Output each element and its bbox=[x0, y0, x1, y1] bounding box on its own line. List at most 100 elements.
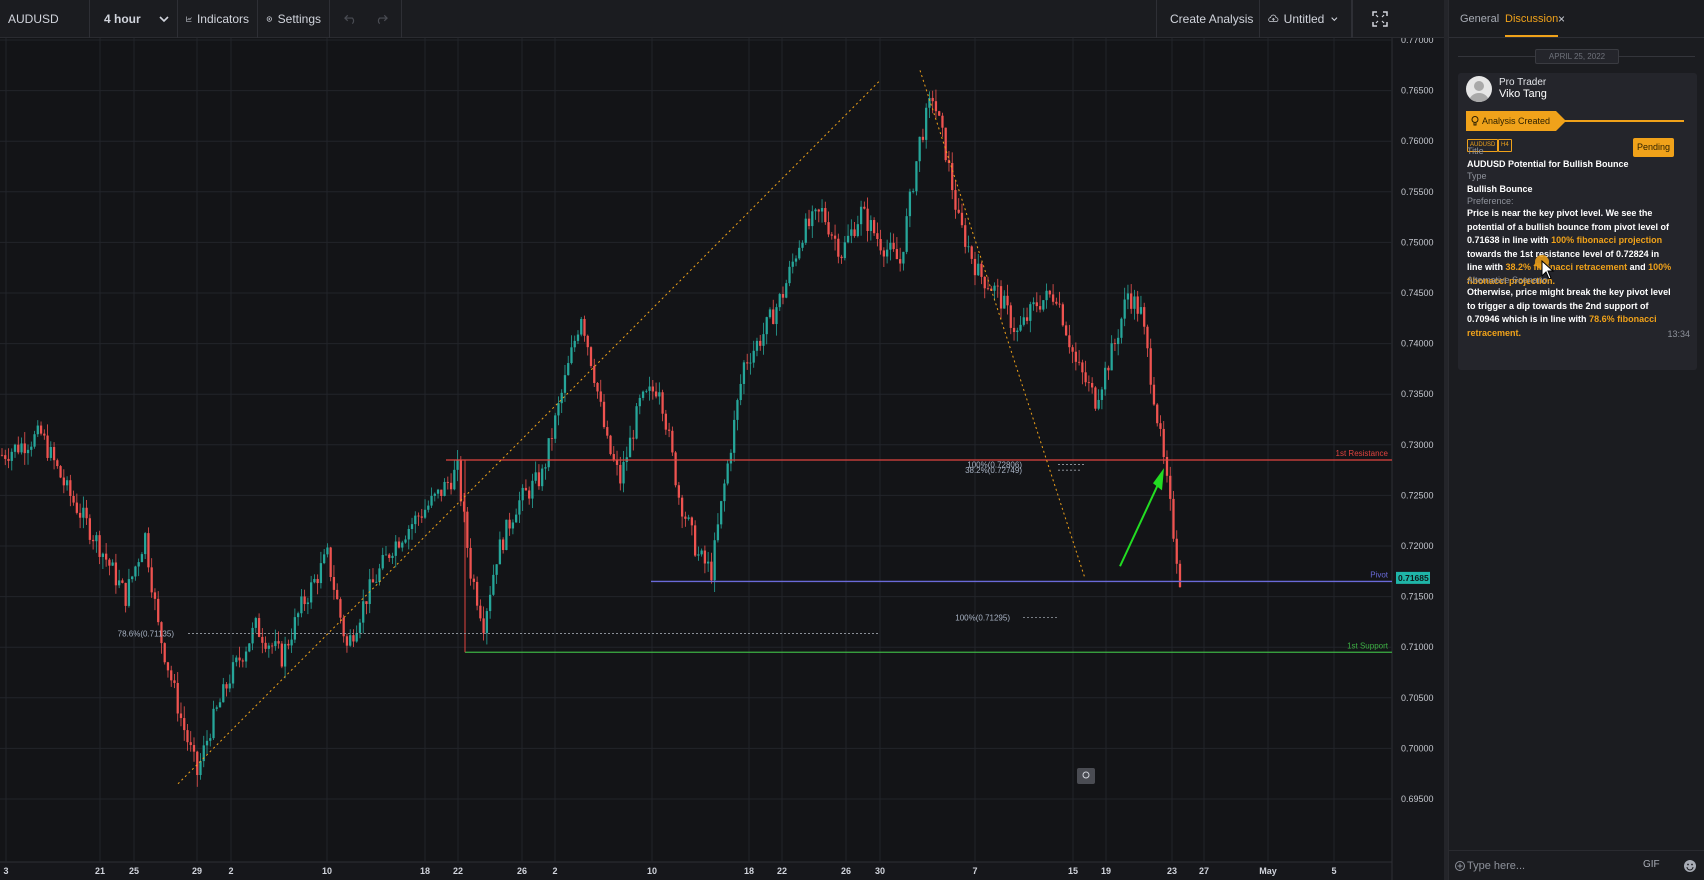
candle-body bbox=[176, 682, 179, 714]
candle-body bbox=[697, 554, 700, 556]
candle-body bbox=[244, 651, 248, 662]
analysis-created-banner: Analysis Created bbox=[1466, 111, 1566, 131]
message-input[interactable] bbox=[1467, 858, 1627, 874]
candle-body bbox=[111, 562, 114, 566]
candle-body bbox=[358, 622, 362, 633]
candle-body bbox=[794, 258, 798, 262]
tab-discussion[interactable]: Discussion bbox=[1505, 13, 1559, 37]
interval-label: 4 hour bbox=[104, 12, 141, 26]
candle-body bbox=[153, 592, 157, 599]
candle-body bbox=[469, 547, 472, 579]
candle-body bbox=[518, 500, 521, 515]
candle-body bbox=[46, 435, 49, 458]
symbol-selector[interactable]: AUDUSD bbox=[0, 0, 90, 38]
avatar bbox=[1466, 76, 1492, 102]
create-analysis-button[interactable]: Create Analysis bbox=[1156, 0, 1260, 38]
candle-body bbox=[228, 683, 231, 689]
candle-body bbox=[1120, 318, 1123, 338]
candle-body bbox=[885, 249, 889, 257]
y-tick-label: 0.71000 bbox=[1401, 642, 1434, 652]
undo-icon[interactable] bbox=[344, 13, 357, 25]
candle-body bbox=[261, 636, 264, 643]
candle-body bbox=[801, 242, 804, 248]
candle-body bbox=[583, 318, 586, 336]
candle-body bbox=[388, 554, 391, 558]
chart-canvas[interactable]: 0.77000 0.76500 0.76000 0.75500 0.75000 0.745… bbox=[0, 38, 1444, 880]
candle-body bbox=[150, 567, 153, 593]
candle-body bbox=[778, 294, 781, 308]
candle-body bbox=[283, 643, 287, 667]
candle-body bbox=[742, 362, 746, 384]
candle-body bbox=[401, 542, 404, 548]
candle-body bbox=[723, 483, 726, 502]
candle-body bbox=[264, 642, 267, 649]
x-tick-label: 22 bbox=[777, 866, 787, 876]
candle-body bbox=[453, 469, 456, 490]
candle-body bbox=[768, 309, 772, 318]
cloud-upload-icon bbox=[1268, 14, 1279, 23]
candle-body bbox=[1110, 343, 1113, 371]
candle-body bbox=[170, 670, 173, 681]
candle-body bbox=[189, 742, 192, 746]
candle-body bbox=[593, 365, 596, 383]
candle-body bbox=[882, 250, 886, 257]
close-icon[interactable]: × bbox=[1558, 12, 1565, 26]
candle-body bbox=[918, 136, 921, 162]
candle-body bbox=[628, 437, 632, 458]
y-tick-label: 0.77000 bbox=[1401, 38, 1434, 45]
candle-body bbox=[772, 309, 775, 325]
redo-icon[interactable] bbox=[375, 13, 388, 25]
alternative-label: Alternative Scenario: bbox=[1467, 275, 1551, 285]
candle-body bbox=[612, 454, 615, 460]
emoji-icon[interactable] bbox=[1683, 859, 1697, 873]
gif-button[interactable]: GIF bbox=[1643, 859, 1660, 870]
candle-body bbox=[619, 464, 622, 484]
price-chart[interactable]: 0.77000 0.76500 0.76000 0.75500 0.75000 0.745… bbox=[0, 38, 1444, 880]
settings-button[interactable]: Settings bbox=[258, 0, 330, 38]
x-tick-label: 3 bbox=[3, 866, 8, 876]
candle-body bbox=[1152, 384, 1156, 405]
layout-dropdown[interactable]: Untitled bbox=[1260, 0, 1352, 38]
candle-body bbox=[654, 391, 658, 397]
candle-body bbox=[332, 577, 336, 590]
candle-body bbox=[323, 554, 326, 564]
candle-body bbox=[114, 562, 118, 586]
candle-body bbox=[869, 220, 872, 232]
x-tick-label: 22 bbox=[453, 866, 463, 876]
price-axis bbox=[1392, 38, 1444, 880]
candle-body bbox=[1029, 304, 1032, 321]
candle-body bbox=[814, 209, 817, 212]
candle-body bbox=[157, 598, 160, 623]
lightbulb-icon bbox=[1471, 116, 1479, 126]
tab-general[interactable]: General bbox=[1460, 13, 1499, 25]
candle-body bbox=[912, 191, 915, 193]
candle-body bbox=[703, 550, 707, 564]
candle-body bbox=[20, 443, 23, 453]
panel-tabs: General Discussion × bbox=[1449, 0, 1704, 38]
indicators-button[interactable]: Indicators bbox=[178, 0, 258, 38]
candle-body bbox=[98, 535, 101, 557]
candle-body bbox=[833, 235, 837, 239]
candle-body bbox=[973, 258, 977, 276]
candle-body bbox=[641, 391, 645, 398]
candle-body bbox=[908, 191, 912, 217]
analysis-marker bbox=[1077, 768, 1095, 784]
candle-body bbox=[345, 636, 349, 646]
candle-body bbox=[693, 525, 697, 556]
time-axis bbox=[0, 862, 1392, 880]
candle-body bbox=[1169, 475, 1172, 499]
interval-dropdown[interactable]: 4 hour bbox=[96, 0, 178, 38]
candle-body bbox=[52, 447, 56, 461]
fullscreen-button[interactable] bbox=[1352, 0, 1412, 38]
candle-body bbox=[316, 578, 319, 584]
candle-body bbox=[62, 477, 65, 486]
candle-body bbox=[1126, 293, 1130, 300]
candle-body bbox=[931, 97, 934, 102]
candle-body bbox=[967, 246, 970, 248]
attach-icon[interactable] bbox=[1455, 861, 1465, 871]
candle-body bbox=[1143, 307, 1146, 327]
candle-body bbox=[430, 495, 433, 506]
candle-body bbox=[313, 578, 316, 583]
candle-body bbox=[137, 562, 140, 567]
candle-body bbox=[420, 516, 423, 518]
